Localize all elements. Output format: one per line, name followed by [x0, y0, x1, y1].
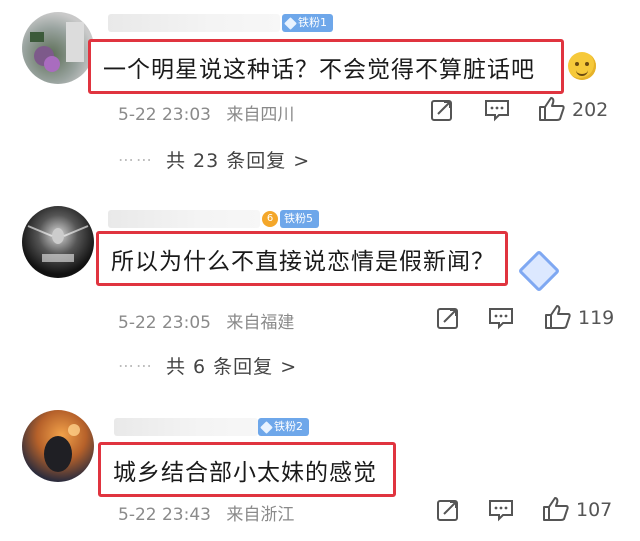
avatar[interactable]	[22, 12, 94, 84]
comment-icon	[489, 308, 513, 330]
comment-1: 铁粉1 一个明星说这种话？不会觉得不算脏话吧 5-22 23:03 来自四川 2…	[0, 0, 640, 190]
replies-label: 共 23 条回复 >	[166, 150, 311, 172]
thumbs-up-icon	[545, 305, 571, 329]
comment-meta: 5-22 23:03 来自四川	[118, 100, 294, 125]
comment-location: 来自四川	[226, 105, 295, 125]
comment-date: 5-22 23:03	[118, 105, 211, 125]
thumbs-up-icon	[543, 497, 569, 521]
comment-3: 铁粉2 城乡结合部小太妹的感觉 5-22 23:43 来自浙江 107	[0, 400, 640, 541]
like-button[interactable]	[542, 496, 570, 522]
diamond-icon	[284, 16, 297, 30]
avatar[interactable]	[22, 410, 94, 482]
diamond-sparkle-icon	[517, 249, 561, 293]
repost-icon	[437, 308, 458, 329]
comment-text-label: 一个明星说这种话？不会觉得不算脏话吧	[103, 56, 535, 83]
repost-icon	[437, 500, 458, 521]
rank-badge: 6	[262, 211, 278, 227]
view-replies-link[interactable]: ⋯⋯ 共 23 条回复 >	[118, 146, 310, 173]
username[interactable]	[108, 210, 260, 228]
like-button[interactable]	[538, 96, 566, 122]
comment-text: 所以为什么不直接说恋情是假新闻？	[96, 231, 508, 286]
comment-button[interactable]	[488, 306, 514, 330]
avatar-image	[27, 225, 89, 262]
comment-text-label: 所以为什么不直接说恋情是假新闻？	[111, 248, 495, 275]
comment-meta: 5-22 23:43 来自浙江	[118, 500, 294, 525]
view-replies-link[interactable]: ⋯⋯ 共 6 条回复 >	[118, 352, 297, 379]
comment-text: 城乡结合部小太妹的感觉	[98, 442, 396, 497]
fan-badge[interactable]: 铁粉1	[282, 14, 333, 32]
avatar-image	[44, 424, 80, 472]
comment-location: 来自福建	[226, 313, 295, 333]
dots-divider: ⋯⋯	[118, 356, 154, 375]
smirk-emoji-icon	[568, 52, 596, 80]
comment-location: 来自浙江	[226, 505, 295, 525]
like-count: 202	[572, 99, 609, 121]
like-button[interactable]	[544, 304, 572, 330]
comment-button[interactable]	[484, 98, 510, 122]
comment-meta: 5-22 23:05 来自福建	[118, 308, 294, 333]
thumbs-up-icon	[539, 97, 565, 121]
replies-label: 共 6 条回复 >	[166, 356, 298, 378]
dots-divider: ⋯⋯	[118, 150, 154, 169]
repost-button[interactable]	[430, 98, 454, 122]
fan-badge[interactable]: 铁粉2	[258, 418, 309, 436]
fan-badge-label: 铁粉5	[284, 212, 313, 225]
fan-badge[interactable]: 铁粉5	[280, 210, 319, 228]
fan-badge-label: 铁粉1	[298, 16, 327, 29]
like-count: 119	[578, 307, 615, 329]
comment-icon	[489, 500, 513, 522]
comment-text-label: 城乡结合部小太妹的感觉	[113, 459, 377, 486]
comment-icon	[485, 100, 509, 122]
avatar[interactable]	[22, 206, 94, 278]
username[interactable]	[108, 14, 280, 32]
repost-button[interactable]	[436, 498, 460, 522]
repost-button[interactable]	[436, 306, 460, 330]
fan-badge-label: 铁粉2	[274, 420, 303, 433]
comment-2: 6 铁粉5 所以为什么不直接说恋情是假新闻？ 5-22 23:05 来自福建 1…	[0, 190, 640, 400]
comment-date: 5-22 23:05	[118, 313, 211, 333]
avatar-image	[30, 22, 84, 72]
diamond-icon	[260, 420, 273, 434]
username[interactable]	[114, 418, 258, 436]
repost-icon	[431, 100, 452, 121]
comment-date: 5-22 23:43	[118, 505, 211, 525]
comment-text: 一个明星说这种话？不会觉得不算脏话吧	[88, 39, 564, 94]
like-count: 107	[576, 499, 613, 521]
comment-button[interactable]	[488, 498, 514, 522]
